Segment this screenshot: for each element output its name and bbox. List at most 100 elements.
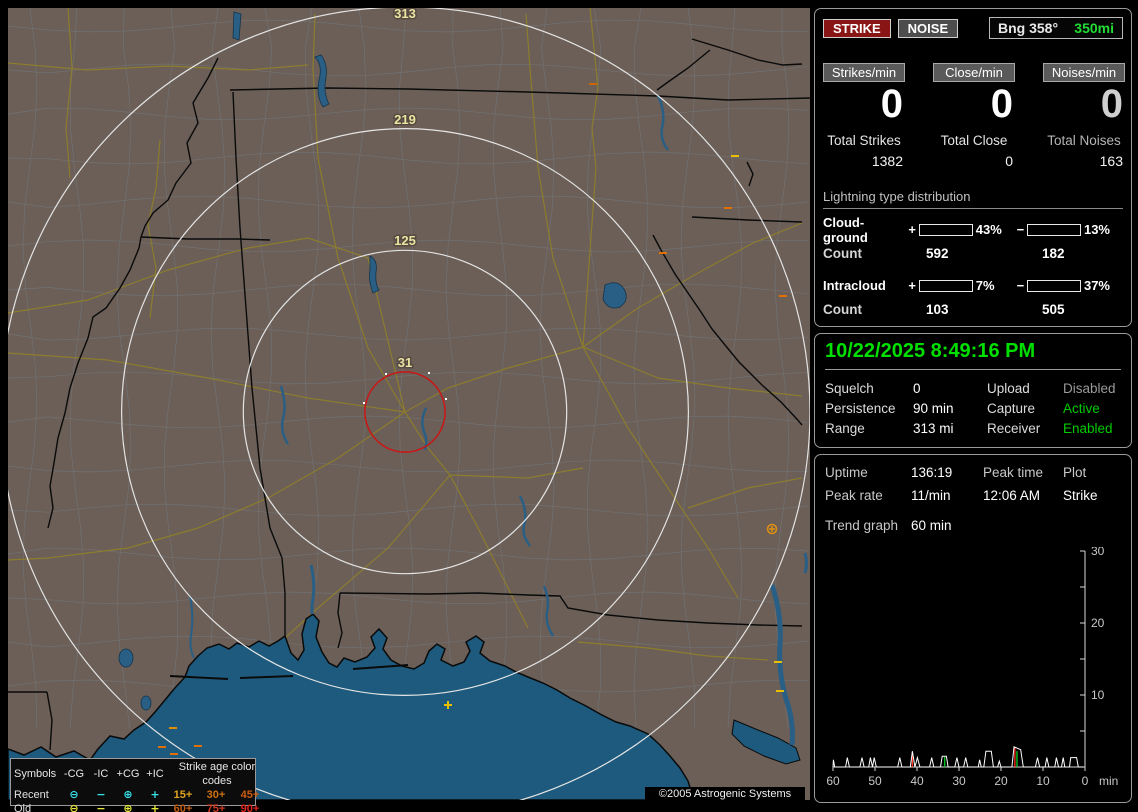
ic-negative-bar [1027, 280, 1081, 292]
peak-rate-value: 11/min [911, 484, 983, 507]
total-close-label: Total Close [933, 133, 1015, 148]
trend-axes [833, 551, 1085, 771]
status-row: Squelch 0 Upload Disabled [825, 379, 1121, 399]
noises-per-min-value: 0 [1043, 84, 1125, 124]
counters-panel: STRIKE NOISE Bng 358° 350mi Strikes/min … [814, 8, 1132, 327]
uptime-value: 136:19 [911, 461, 983, 484]
legend-col-neg-ic: -IC [88, 767, 114, 781]
cg-negative-bar [1027, 224, 1081, 236]
noise-toggle-button[interactable]: NOISE [898, 19, 958, 38]
age-30: 30+ [198, 788, 234, 802]
peak-time-value: 12:06 AM [983, 484, 1063, 507]
recent-neg-cg-icon: ⊖ [60, 788, 88, 802]
capture-label: Capture [987, 399, 1063, 419]
plot-label: Plot [1063, 461, 1121, 484]
noise-dot [428, 372, 430, 374]
map-canvas: 31125219313 [8, 8, 810, 800]
legend-recent-label: Recent [14, 788, 60, 802]
intracloud-row: Intracloud + 7% − 37% [823, 276, 1123, 295]
ic-positive-pct: 7% [976, 278, 1015, 293]
age-60: 60+ [168, 802, 198, 812]
strike-toggle-button[interactable]: STRIKE [823, 19, 891, 38]
copyright-text: ©2005 Astrogenic Systems [645, 787, 805, 801]
datetime-display: 10/22/2025 8:49:16 PM [825, 339, 1121, 370]
svg-text:0: 0 [1082, 774, 1089, 788]
status-panel: 10/22/2025 8:49:16 PM Squelch 0 Upload D… [814, 333, 1132, 448]
trend-window-value: 60 min [911, 514, 983, 537]
ic-count-row: Count 103 505 [823, 302, 1123, 317]
svg-text:10: 10 [1036, 774, 1050, 788]
plus-sign: + [907, 222, 918, 237]
ic-negative-count: 505 [1042, 302, 1065, 317]
stats-row: Trend graph 60 min [825, 514, 1121, 537]
close-column: Close/min 0 Total Close 0 [933, 63, 1015, 169]
cloud-ground-label: Cloud-ground [823, 215, 907, 245]
minus-sign: − [1015, 222, 1026, 237]
receiver-status: Enabled [1063, 419, 1121, 439]
intracloud-label: Intracloud [823, 278, 907, 293]
svg-text:60: 60 [826, 774, 840, 788]
age-90: 90+ [234, 802, 266, 812]
cloud-ground-row: Cloud-ground + 43% − 13% [823, 220, 1123, 239]
squelch-value: 0 [913, 379, 987, 399]
svg-text:min: min [1099, 774, 1118, 788]
recent-pos-ic-icon: + [142, 788, 168, 802]
trend-graph: 1020306050403020100min [823, 547, 1121, 799]
distribution-title: Lightning type distribution [823, 189, 1123, 209]
age-45: 45+ [234, 788, 266, 802]
noise-dot [385, 373, 387, 375]
range-setting-value: 313 mi [913, 419, 987, 439]
status-row: Persistence 90 min Capture Active [825, 399, 1121, 419]
cg-positive-count: 592 [926, 246, 1042, 261]
old-neg-cg-icon: ⊖ [60, 802, 88, 812]
legend-col-pos-cg: +CG [114, 767, 142, 781]
total-close-value: 0 [933, 153, 1015, 169]
minus-sign: − [1015, 278, 1026, 293]
symbol-legend: Symbols -CG -IC +CG +IC Strike age color… [10, 758, 256, 806]
trend-series-cloud-ground [912, 748, 1014, 767]
cg-negative-count: 182 [1042, 246, 1065, 261]
strikes-per-min-value: 0 [823, 84, 905, 124]
range-value: 350mi [1074, 20, 1114, 36]
svg-text:30: 30 [1091, 547, 1105, 558]
svg-text:20: 20 [994, 774, 1008, 788]
plus-sign: + [907, 278, 918, 293]
plot-value: Strike [1063, 484, 1121, 507]
ring-label-313: 313 [394, 8, 416, 21]
noise-dot [363, 402, 365, 404]
persistence-value: 90 min [913, 399, 987, 419]
peak-time-label: Peak time [983, 461, 1063, 484]
legend-col-neg-cg: -CG [60, 767, 88, 781]
cg-negative-pct: 13% [1084, 222, 1123, 237]
strikes-column: Strikes/min 0 Total Strikes 1382 [823, 63, 905, 169]
svg-text:30: 30 [952, 774, 966, 788]
cg-positive-bar [919, 224, 973, 236]
old-pos-cg-icon: ⊕ [114, 802, 142, 812]
upload-label: Upload [987, 379, 1063, 399]
cg-count-row: Count 592 182 [823, 246, 1123, 261]
total-strikes-value: 1382 [823, 153, 905, 169]
close-per-min-value: 0 [933, 84, 1015, 124]
lightning-map[interactable]: 31125219313 Symbols -CG -IC +CG +IC Stri… [8, 8, 810, 800]
bearing-range-readout: Bng 358° 350mi [989, 17, 1123, 39]
receiver-label: Receiver [987, 419, 1063, 439]
svg-text:40: 40 [910, 774, 924, 788]
stormvue-window: 31125219313 Symbols -CG -IC +CG +IC Stri… [0, 0, 1138, 812]
lightning-distribution-section: Lightning type distribution Cloud-ground… [823, 189, 1123, 317]
total-noises-value: 163 [1043, 153, 1125, 169]
peak-rate-label: Peak rate [825, 484, 911, 507]
trend-panel: Uptime 136:19 Peak time Plot Peak rate 1… [814, 454, 1132, 803]
stats-row: Peak rate 11/min 12:06 AM Strike [825, 484, 1121, 507]
trend-graph-label: Trend graph [825, 514, 911, 537]
ic-positive-count: 103 [926, 302, 1042, 317]
ic-negative-pct: 37% [1084, 278, 1123, 293]
strikes-per-min-button[interactable]: Strikes/min [823, 63, 905, 82]
recent-pos-cg-icon: ⊕ [114, 788, 142, 802]
svg-text:10: 10 [1091, 688, 1105, 702]
noises-per-min-button[interactable]: Noises/min [1043, 63, 1125, 82]
age-75: 75+ [198, 802, 234, 812]
close-per-min-button[interactable]: Close/min [933, 63, 1015, 82]
legend-age-title: Strike age color codes [168, 760, 266, 788]
ring-label-219: 219 [394, 112, 416, 127]
svg-text:50: 50 [868, 774, 882, 788]
